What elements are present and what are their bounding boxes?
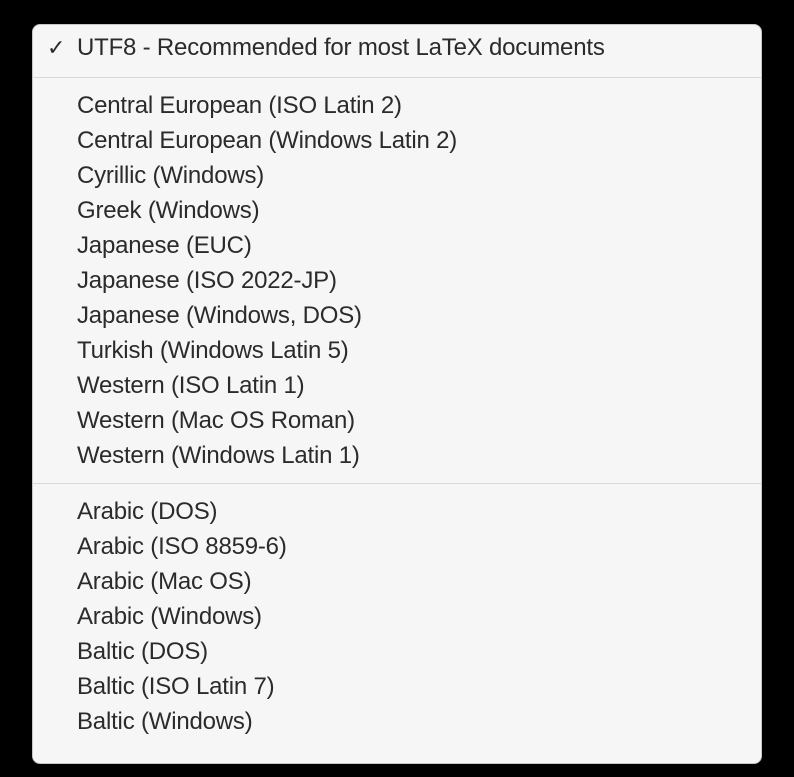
menu-item-label: Western (Windows Latin 1)	[77, 442, 360, 470]
menu-item-baltic-dos[interactable]: Baltic (DOS)	[33, 634, 761, 669]
menu-item-japanese-iso2022[interactable]: Japanese (ISO 2022-JP)	[33, 263, 761, 298]
menu-item-label: Baltic (DOS)	[77, 638, 208, 666]
menu-item-label: Arabic (DOS)	[77, 498, 217, 526]
menu-item-label: Baltic (Windows)	[77, 708, 253, 736]
menu-item-label: Baltic (ISO Latin 7)	[77, 673, 274, 701]
menu-item-label: Central European (Windows Latin 2)	[77, 127, 457, 155]
menu-item-central-european-iso[interactable]: Central European (ISO Latin 2)	[33, 88, 761, 123]
menu-item-japanese-windows-dos[interactable]: Japanese (Windows, DOS)	[33, 298, 761, 333]
menu-section-recommended: ✓ UTF8 - Recommended for most LaTeX docu…	[33, 25, 761, 71]
menu-item-label: Japanese (EUC)	[77, 232, 252, 260]
check-column: ✓	[47, 37, 77, 59]
menu-item-label: Arabic (ISO 8859-6)	[77, 533, 287, 561]
menu-separator	[33, 77, 761, 78]
menu-item-label: Greek (Windows)	[77, 197, 259, 225]
menu-item-label: Arabic (Windows)	[77, 603, 262, 631]
menu-item-arabic-dos[interactable]: Arabic (DOS)	[33, 494, 761, 529]
menu-item-utf8[interactable]: ✓ UTF8 - Recommended for most LaTeX docu…	[33, 29, 761, 67]
menu-item-arabic-windows[interactable]: Arabic (Windows)	[33, 599, 761, 634]
menu-item-label: Western (Mac OS Roman)	[77, 407, 355, 435]
menu-item-label: Arabic (Mac OS)	[77, 568, 251, 596]
menu-section-other: Arabic (DOS) Arabic (ISO 8859-6) Arabic …	[33, 490, 761, 743]
menu-item-greek-windows[interactable]: Greek (Windows)	[33, 193, 761, 228]
menu-item-label: Cyrillic (Windows)	[77, 162, 264, 190]
menu-item-baltic-windows[interactable]: Baltic (Windows)	[33, 704, 761, 739]
encoding-dropdown-panel: ✓ UTF8 - Recommended for most LaTeX docu…	[32, 24, 762, 764]
menu-item-western-windows[interactable]: Western (Windows Latin 1)	[33, 438, 761, 473]
menu-item-label: Western (ISO Latin 1)	[77, 372, 304, 400]
menu-item-label: UTF8 - Recommended for most LaTeX docume…	[77, 34, 605, 62]
menu-item-japanese-euc[interactable]: Japanese (EUC)	[33, 228, 761, 263]
menu-item-label: Central European (ISO Latin 2)	[77, 92, 402, 120]
menu-item-central-european-windows[interactable]: Central European (Windows Latin 2)	[33, 123, 761, 158]
menu-item-arabic-iso[interactable]: Arabic (ISO 8859-6)	[33, 529, 761, 564]
menu-item-label: Japanese (Windows, DOS)	[77, 302, 362, 330]
menu-item-arabic-mac[interactable]: Arabic (Mac OS)	[33, 564, 761, 599]
menu-item-baltic-iso[interactable]: Baltic (ISO Latin 7)	[33, 669, 761, 704]
menu-separator	[33, 483, 761, 484]
menu-item-cyrillic-windows[interactable]: Cyrillic (Windows)	[33, 158, 761, 193]
menu-item-label: Japanese (ISO 2022-JP)	[77, 267, 337, 295]
menu-item-western-iso[interactable]: Western (ISO Latin 1)	[33, 368, 761, 403]
menu-section-common: Central European (ISO Latin 2) Central E…	[33, 84, 761, 477]
menu-item-label: Turkish (Windows Latin 5)	[77, 337, 349, 365]
menu-item-turkish-windows[interactable]: Turkish (Windows Latin 5)	[33, 333, 761, 368]
menu-item-western-mac[interactable]: Western (Mac OS Roman)	[33, 403, 761, 438]
check-icon: ✓	[47, 37, 65, 59]
